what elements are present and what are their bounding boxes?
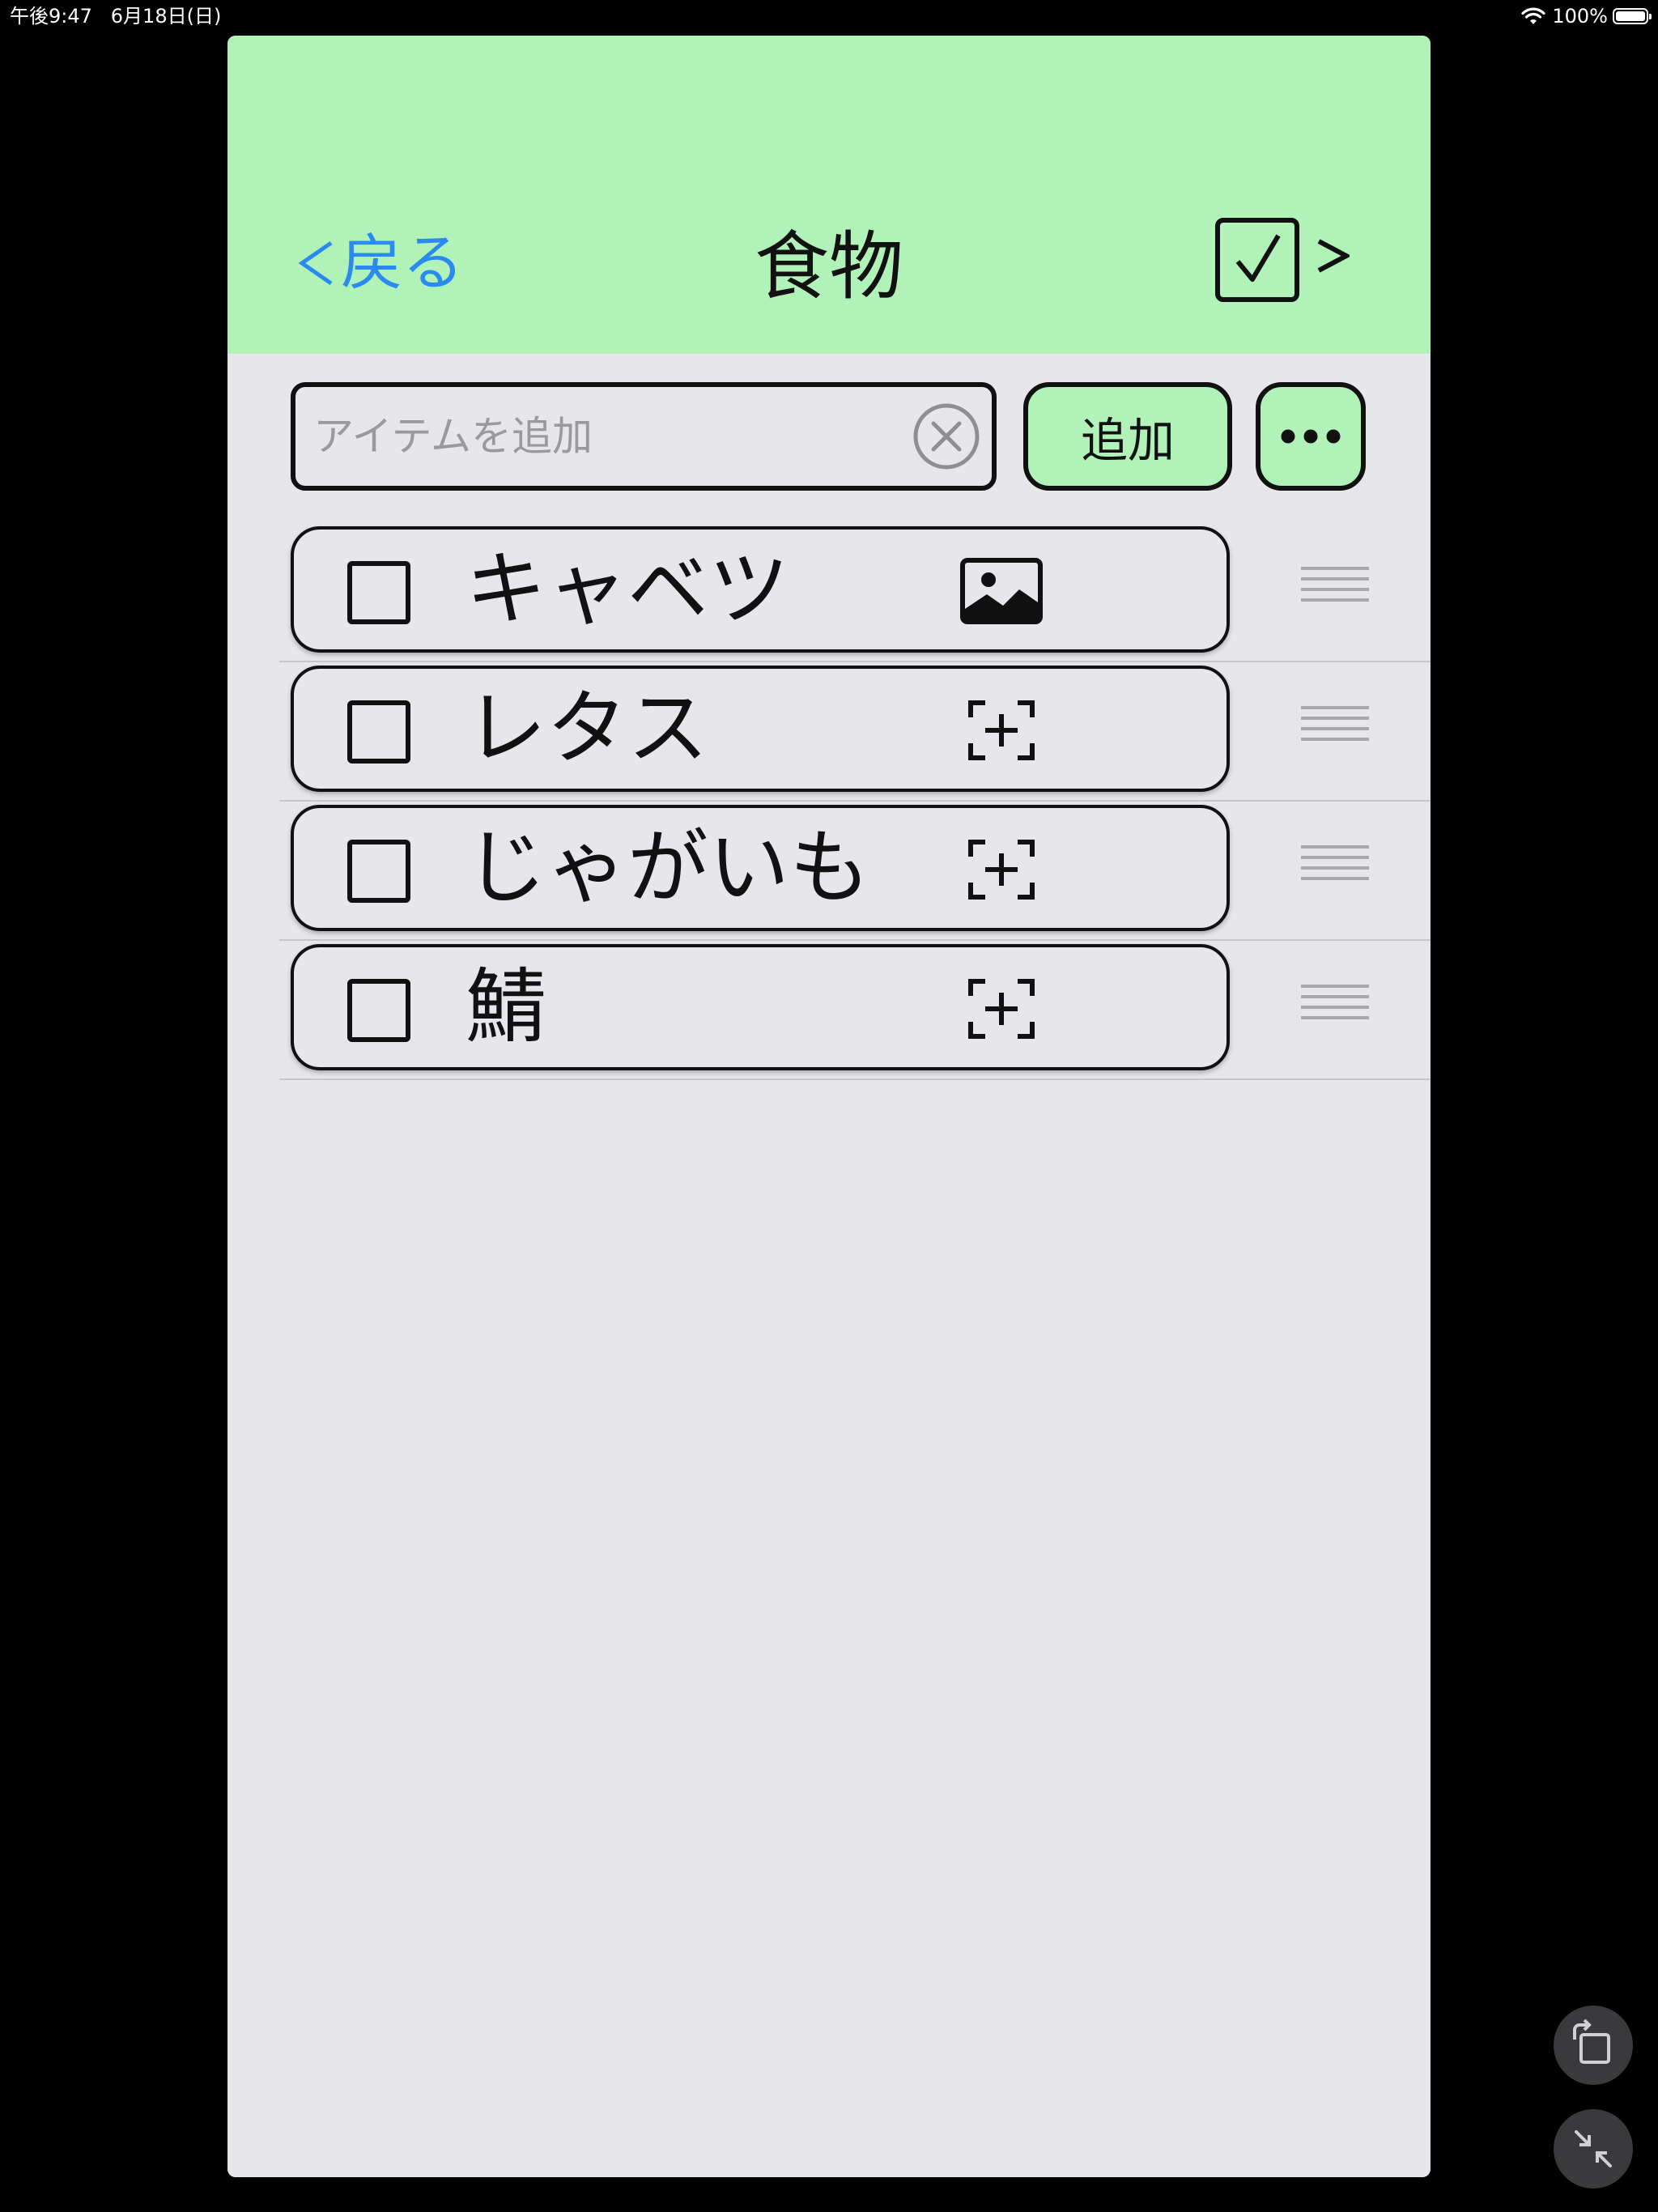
wifi-icon (1521, 7, 1545, 24)
rotate-screen-button[interactable] (1554, 2006, 1633, 2085)
item-checkbox[interactable] (347, 840, 410, 903)
item-checkbox[interactable] (347, 561, 410, 624)
add-item-field (291, 382, 997, 491)
app-window: 戻る 食物 追加 キャベツ (227, 36, 1431, 2177)
item-card[interactable]: レタス (291, 666, 1230, 792)
add-photo-icon[interactable] (959, 836, 1044, 904)
item-card[interactable]: キャベツ (291, 526, 1230, 653)
drag-handle-icon[interactable] (1299, 981, 1371, 1023)
collapse-button[interactable] (1554, 2109, 1633, 2189)
list-item: キャベツ (227, 523, 1431, 662)
nav-header: 戻る 食物 (227, 36, 1431, 354)
list-item: じゃがいも (227, 802, 1431, 941)
item-name: キャベツ (466, 542, 789, 636)
item-checkbox[interactable] (347, 979, 410, 1042)
drag-handle-icon[interactable] (1299, 842, 1371, 884)
add-item-input[interactable] (313, 387, 880, 486)
add-button[interactable]: 追加 (1023, 382, 1232, 491)
clear-circle-icon[interactable] (912, 402, 980, 470)
more-button[interactable] (1256, 382, 1366, 491)
item-card[interactable]: 鯖 (291, 944, 1230, 1070)
battery-icon (1613, 8, 1652, 24)
drag-handle-icon[interactable] (1299, 564, 1371, 606)
list-item: 鯖 (227, 941, 1431, 1080)
battery-fill (1616, 11, 1645, 21)
chevron-right-icon[interactable] (1314, 232, 1350, 280)
image-icon[interactable] (959, 557, 1044, 625)
status-time: 午後9:47 6月18日(日) (10, 5, 222, 28)
item-checkbox[interactable] (347, 700, 410, 764)
row-separator (279, 1078, 1431, 1080)
item-name: 鯖 (466, 959, 546, 1054)
status-indicators: 100% (1521, 2, 1652, 31)
item-name: じゃがいも (466, 820, 870, 915)
check-all-button[interactable] (1215, 218, 1299, 302)
item-card[interactable]: じゃがいも (291, 805, 1230, 931)
collapse-icon (1575, 2130, 1612, 2167)
ellipsis-icon (1281, 429, 1341, 444)
checkbox-checked-icon (1235, 234, 1281, 282)
add-photo-icon[interactable] (959, 975, 1044, 1043)
battery-percent: 100% (1552, 5, 1608, 28)
add-photo-icon[interactable] (959, 696, 1044, 764)
item-name: レタス (466, 681, 708, 776)
rotate-screen-icon (1573, 2018, 1610, 2064)
drag-handle-icon[interactable] (1299, 703, 1371, 745)
list-item: レタス (227, 662, 1431, 802)
